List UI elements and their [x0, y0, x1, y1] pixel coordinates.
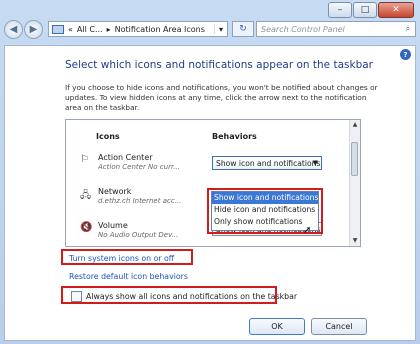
- page-description: If you choose to hide icons and notifica…: [65, 83, 378, 112]
- address-prefix[interactable]: «: [68, 25, 73, 34]
- row-name: Action Center: [98, 153, 153, 162]
- help-icon[interactable]: ?: [400, 49, 411, 60]
- address-bar[interactable]: « All C... ▸ Notification Area Icons ▾: [48, 21, 228, 37]
- ok-button[interactable]: OK: [249, 318, 305, 335]
- column-header-behaviors: Behaviors: [212, 132, 257, 141]
- scroll-thumb[interactable]: [351, 142, 358, 176]
- mouse-cursor-icon: ➚: [303, 225, 312, 236]
- search-input[interactable]: Search Control Panel ⌕: [256, 21, 416, 37]
- close-button[interactable]: ✕: [378, 2, 414, 18]
- list-item: ⚐ Action Center Action Center No curr...…: [80, 152, 340, 176]
- row-subtitle: Action Center No curr...: [98, 163, 180, 171]
- row-name: Network: [98, 187, 132, 196]
- breadcrumb-notification-area-icons[interactable]: Notification Area Icons: [115, 25, 205, 34]
- flag-icon: ⚐: [80, 154, 89, 165]
- network-icon: 🖧: [80, 190, 92, 201]
- row-subtitle: d.ethz.ch Internet acc...: [98, 197, 182, 205]
- breadcrumb-separator-icon[interactable]: ▸: [107, 25, 111, 34]
- behavior-select[interactable]: Show icon and notifications ▼: [212, 156, 322, 170]
- highlight-box-always-show: [61, 286, 277, 304]
- forward-button[interactable]: ▶: [24, 20, 43, 39]
- scroll-down-icon[interactable]: ▼: [350, 236, 360, 246]
- navigation-bar: ◀ ▶ « All C... ▸ Notification Area Icons…: [4, 19, 416, 41]
- back-button[interactable]: ◀: [4, 20, 23, 39]
- speaker-muted-icon: 🔇: [80, 222, 93, 233]
- breadcrumb-all-control-panel[interactable]: All C...: [77, 25, 103, 34]
- maximize-button[interactable]: □: [353, 2, 377, 18]
- scrollbar[interactable]: ▲ ▼: [349, 120, 360, 246]
- highlight-box-system-icons: [61, 249, 193, 265]
- minimize-button[interactable]: –: [328, 2, 352, 18]
- content-pane: ? Select which icons and notifications a…: [4, 45, 416, 341]
- behavior-value: Show icon and notifications: [216, 158, 321, 168]
- monitor-icon: [52, 24, 64, 34]
- address-dropdown-icon[interactable]: ▾: [214, 24, 227, 34]
- cancel-button[interactable]: Cancel: [311, 318, 367, 335]
- forward-arrow-icon: ▶: [29, 24, 38, 35]
- restore-defaults-link[interactable]: Restore default icon behaviors: [69, 272, 188, 281]
- chevron-down-icon[interactable]: ▼: [313, 159, 318, 167]
- refresh-icon: ↻: [239, 24, 247, 34]
- back-arrow-icon: ◀: [9, 24, 18, 35]
- window: – □ ✕ ◀ ▶ « All C... ▸ Notification Area…: [0, 0, 420, 344]
- column-header-icons: Icons: [96, 132, 120, 141]
- scroll-up-icon[interactable]: ▲: [350, 120, 360, 130]
- search-icon[interactable]: ⌕: [401, 24, 415, 34]
- search-placeholder: Search Control Panel: [261, 24, 345, 34]
- page-title: Select which icons and notifications app…: [65, 59, 373, 71]
- refresh-button[interactable]: ↻: [232, 21, 254, 37]
- window-controls: – □ ✕: [328, 2, 414, 18]
- row-name: Volume: [98, 221, 128, 230]
- row-subtitle: No Audio Output Dev...: [98, 231, 179, 239]
